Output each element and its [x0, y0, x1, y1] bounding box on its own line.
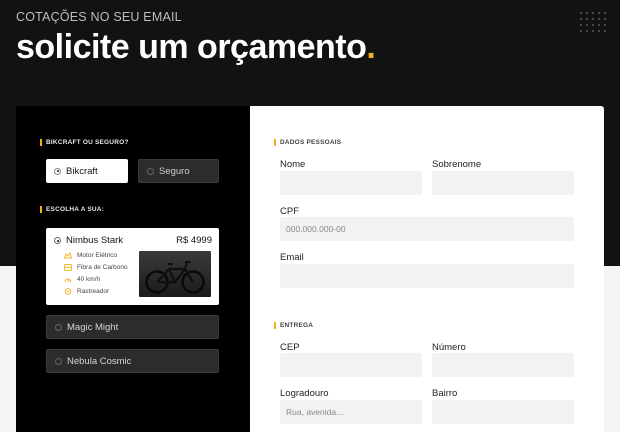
email-field[interactable] [280, 264, 574, 288]
section-label-bike: ESCOLHA A SUA: [40, 206, 104, 213]
speed-icon [64, 276, 72, 283]
feature-label: 40 km/h [77, 276, 101, 283]
option-bikcraft-label: Bikcraft [66, 165, 98, 177]
option-seguro-label: Seguro [159, 165, 190, 177]
bike-option-nebula-cosmic[interactable]: Nebula Cosmic [46, 349, 219, 373]
nome-field[interactable] [280, 171, 422, 195]
bike-option-label: Nebula Cosmic [67, 355, 132, 367]
option-bikcraft[interactable]: Bikcraft [46, 159, 128, 183]
radio-icon [55, 323, 62, 331]
bike-photo [139, 251, 211, 297]
carbon-icon [64, 264, 72, 271]
radio-icon [55, 357, 62, 365]
electric-icon [64, 252, 72, 259]
label-nome: Nome [280, 159, 306, 170]
sobrenome-field[interactable] [432, 171, 574, 195]
feature-item: Motor Elétrico [64, 252, 117, 259]
cep-field[interactable] [280, 353, 422, 377]
feature-label: Motor Elétrico [77, 252, 118, 259]
feature-label: Rastreador [77, 288, 110, 295]
radio-icon [54, 237, 61, 244]
bike-option-magic-might[interactable]: Magic Might [46, 315, 219, 339]
logradouro-field[interactable] [280, 400, 422, 424]
tracker-icon [64, 288, 72, 295]
option-seguro[interactable]: Seguro [138, 159, 219, 183]
feature-item: 40 km/h [64, 276, 100, 283]
bike-option-label: Magic Might [67, 321, 119, 333]
bike-card-header: Nimbus Stark R$ 4999 [54, 235, 212, 246]
page-subtitle: COTAÇÕES NO SEU EMAIL [16, 10, 182, 24]
label-bairro: Bairro [432, 388, 458, 399]
label-numero: Número [432, 342, 466, 353]
bike-price: R$ 4999 [176, 235, 212, 246]
bairro-field[interactable] [432, 400, 574, 424]
bike-card-selected[interactable]: Nimbus Stark R$ 4999 Motor Elétrico Fibr… [46, 228, 219, 305]
label-cep: CEP [280, 342, 300, 353]
numero-field[interactable] [432, 353, 574, 377]
page-title: solicite um orçamento. [16, 25, 376, 69]
label-email: Email [280, 252, 304, 263]
dot-pattern-decoration [578, 10, 606, 36]
section-label-type: BIKCRAFT OU SEGURO? [40, 139, 129, 146]
radio-icon [147, 167, 154, 175]
label-cpf: CPF [280, 206, 299, 217]
title-accent-dot: . [366, 28, 376, 66]
feature-item: Fibra de Carbono [64, 264, 128, 271]
radio-icon [54, 167, 61, 175]
cpf-field[interactable] [280, 217, 574, 241]
feature-label: Fibra de Carbono [77, 264, 128, 271]
section-label-personal: DADOS PESSOAIS [274, 139, 341, 146]
bike-name: Nimbus Stark [66, 235, 124, 246]
page-title-text: solicite um orçamento [16, 28, 367, 66]
label-sobrenome: Sobrenome [432, 159, 482, 170]
feature-item: Rastreador [64, 288, 109, 295]
label-logradouro: Logradouro [280, 388, 329, 399]
section-label-delivery: ENTREGA [274, 322, 313, 329]
